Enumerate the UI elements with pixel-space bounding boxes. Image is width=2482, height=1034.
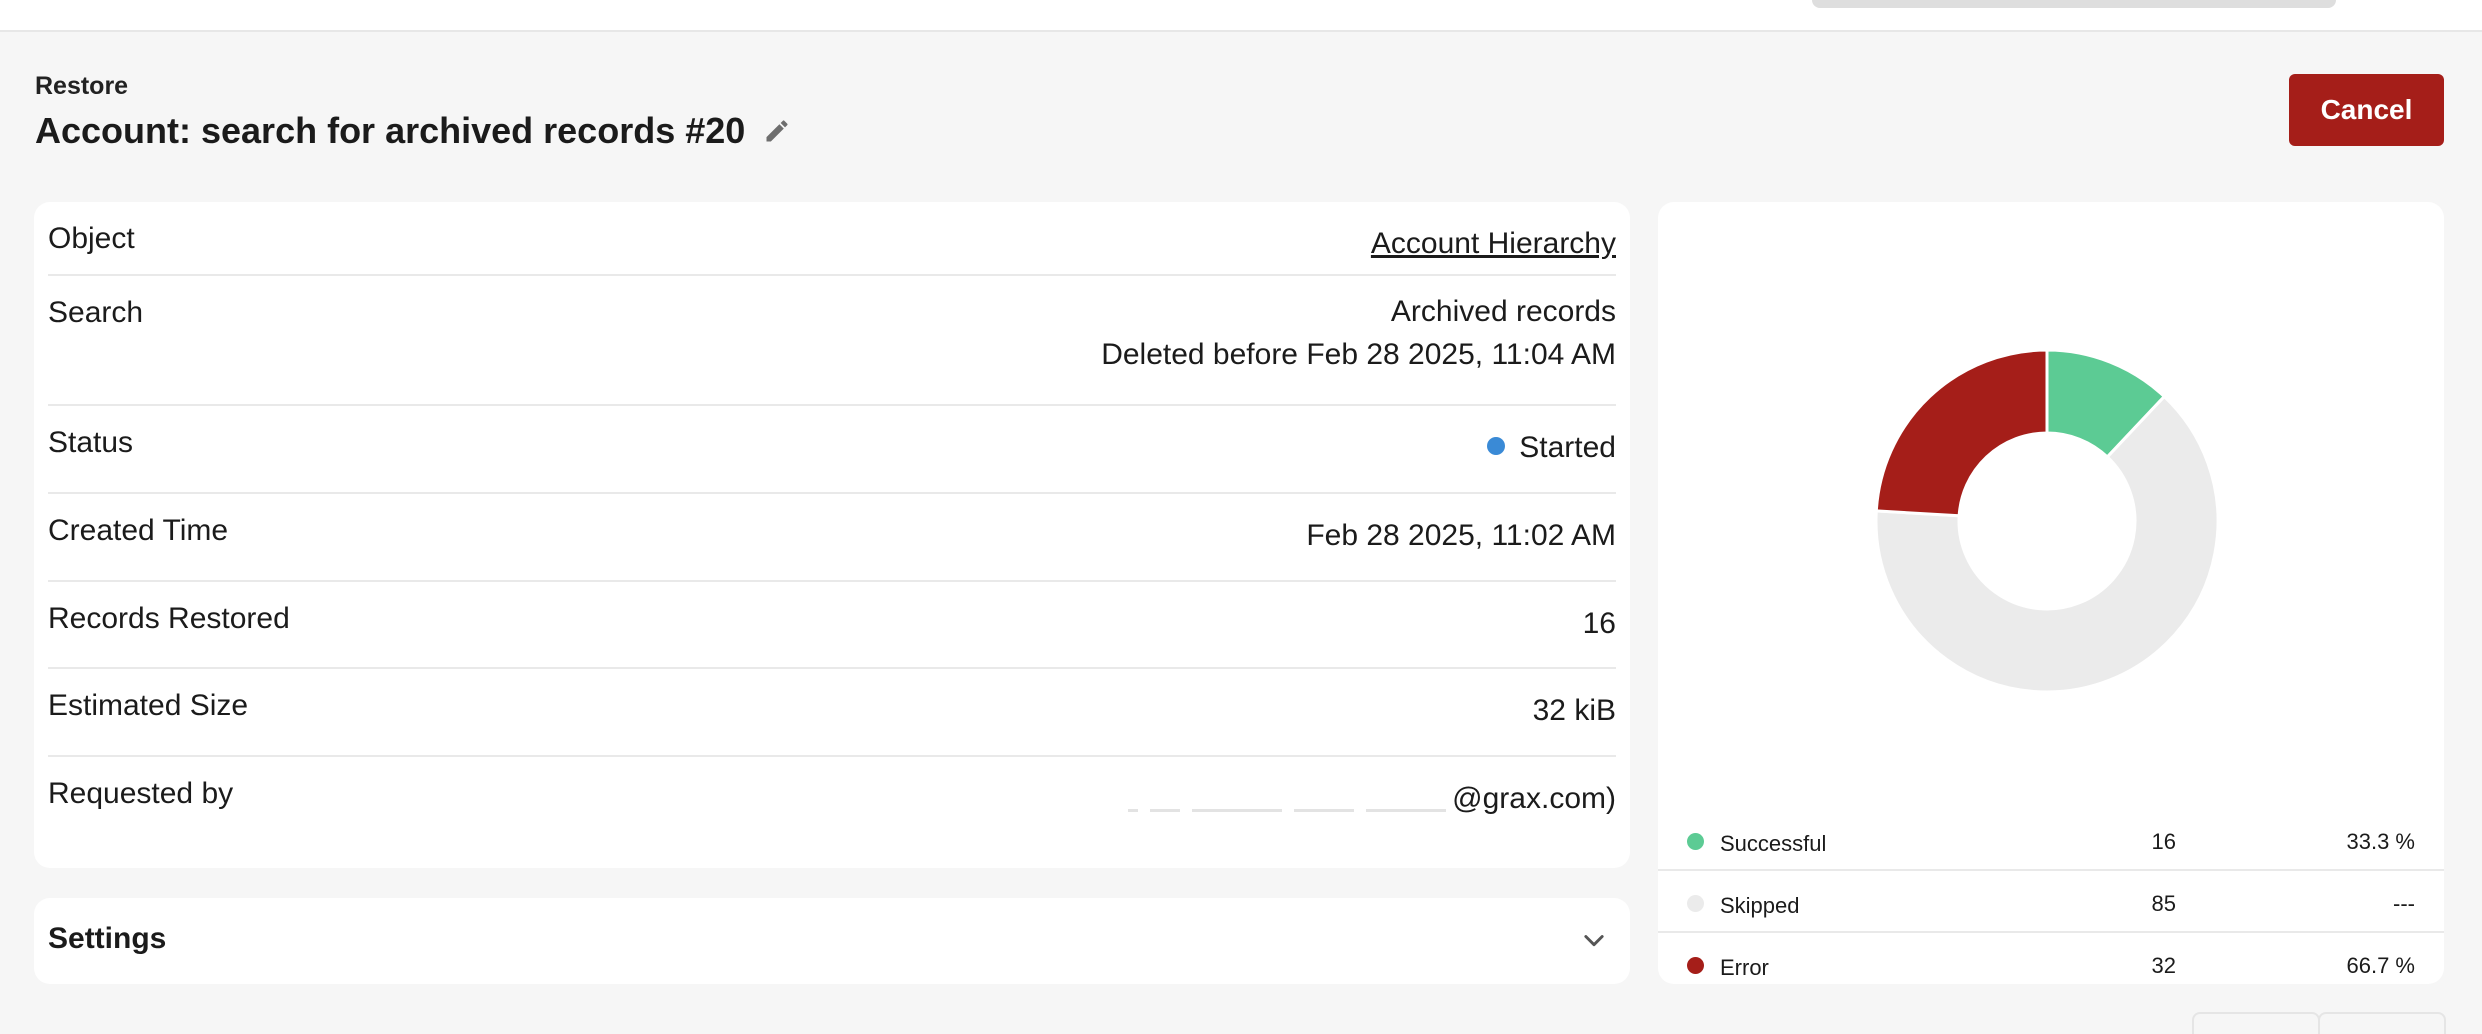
detail-row-object: Object Account Hierarchy	[48, 202, 1616, 276]
legend-count: 32	[2151, 953, 2176, 978]
legend-dot-skipped	[1687, 895, 1704, 912]
restore-results-chart-card: Successful 16 33.3 % Skipped 85 --- Erro…	[1658, 202, 2444, 984]
redacted-email	[1060, 787, 1452, 813]
status-text: Started	[1519, 431, 1616, 464]
detail-row-created-time: Created Time Feb 28 2025, 11:02 AM	[48, 494, 1616, 582]
restore-details-card: Object Account Hierarchy Search Archived…	[34, 202, 1630, 868]
estimated-size-label: Estimated Size	[48, 689, 249, 722]
legend-count: 85	[2151, 891, 2176, 916]
page-title-row: Account: search for archived records #20	[35, 110, 793, 152]
created-time-label: Created Time	[48, 514, 229, 547]
legend-row-skipped: Skipped 85 ---	[1658, 871, 2444, 933]
legend-percent: 33.3 %	[2346, 829, 2416, 854]
detail-row-search: Search Archived records Deleted before F…	[48, 276, 1616, 406]
bottom-tab-right[interactable]	[2318, 1012, 2446, 1034]
section-label: Restore	[35, 72, 129, 100]
records-restored-value: 16	[1582, 607, 1616, 640]
created-time-value: Feb 28 2025, 11:02 AM	[1306, 519, 1616, 552]
detail-row-records-restored: Records Restored 16	[48, 582, 1616, 669]
legend-percent: 66.7 %	[2346, 953, 2416, 978]
legend-label: Error	[1720, 955, 1769, 980]
bottom-tab-left[interactable]	[2192, 1012, 2320, 1034]
status-label: Status	[48, 426, 134, 459]
search-label: Search	[48, 296, 144, 329]
top-bar	[0, 0, 2482, 32]
object-label: Object	[48, 222, 135, 255]
search-value-line2: Deleted before Feb 28 2025, 11:04 AM	[1101, 338, 1616, 371]
pencil-icon[interactable]	[761, 115, 793, 147]
requested-by-domain: @grax.com)	[1452, 782, 1616, 815]
legend-label: Successful	[1720, 831, 1827, 856]
donut-slice-error[interactable]	[1874, 348, 2049, 518]
legend-dot-error	[1687, 957, 1704, 974]
page-title: Account: search for archived records #20	[35, 110, 746, 151]
search-value: Archived records Deleted before Feb 28 2…	[1101, 290, 1616, 376]
chart-legend: Successful 16 33.3 % Skipped 85 --- Erro…	[1658, 809, 2444, 993]
search-value-line1: Archived records	[1390, 295, 1616, 328]
estimated-size-value: 32 kiB	[1532, 694, 1616, 727]
legend-label: Skipped	[1720, 893, 1800, 918]
status-value: Started	[1487, 426, 1616, 469]
records-restored-label: Records Restored	[48, 602, 290, 635]
legend-row-successful: Successful 16 33.3 %	[1658, 809, 2444, 871]
requested-by-value: @grax.com)	[1060, 777, 1616, 820]
legend-dot-successful	[1687, 833, 1704, 850]
detail-row-requested-by: Requested by @grax.com)	[48, 757, 1616, 843]
detail-row-estimated-size: Estimated Size 32 kiB	[48, 669, 1616, 757]
object-link[interactable]: Account Hierarchy	[1371, 222, 1616, 265]
settings-accordion[interactable]: Settings	[34, 898, 1630, 984]
requested-by-label: Requested by	[48, 777, 234, 810]
status-dot-icon	[1487, 437, 1506, 456]
legend-percent: ---	[2393, 891, 2415, 916]
settings-title: Settings	[48, 922, 167, 955]
legend-count: 16	[2151, 829, 2176, 854]
legend-row-error: Error 32 66.7 %	[1658, 933, 2444, 993]
detail-row-status: Status Started	[48, 406, 1616, 494]
chevron-down-icon[interactable]	[1580, 926, 1608, 954]
cancel-button[interactable]: Cancel	[2289, 74, 2444, 146]
top-search-bar[interactable]	[1812, 0, 2336, 8]
